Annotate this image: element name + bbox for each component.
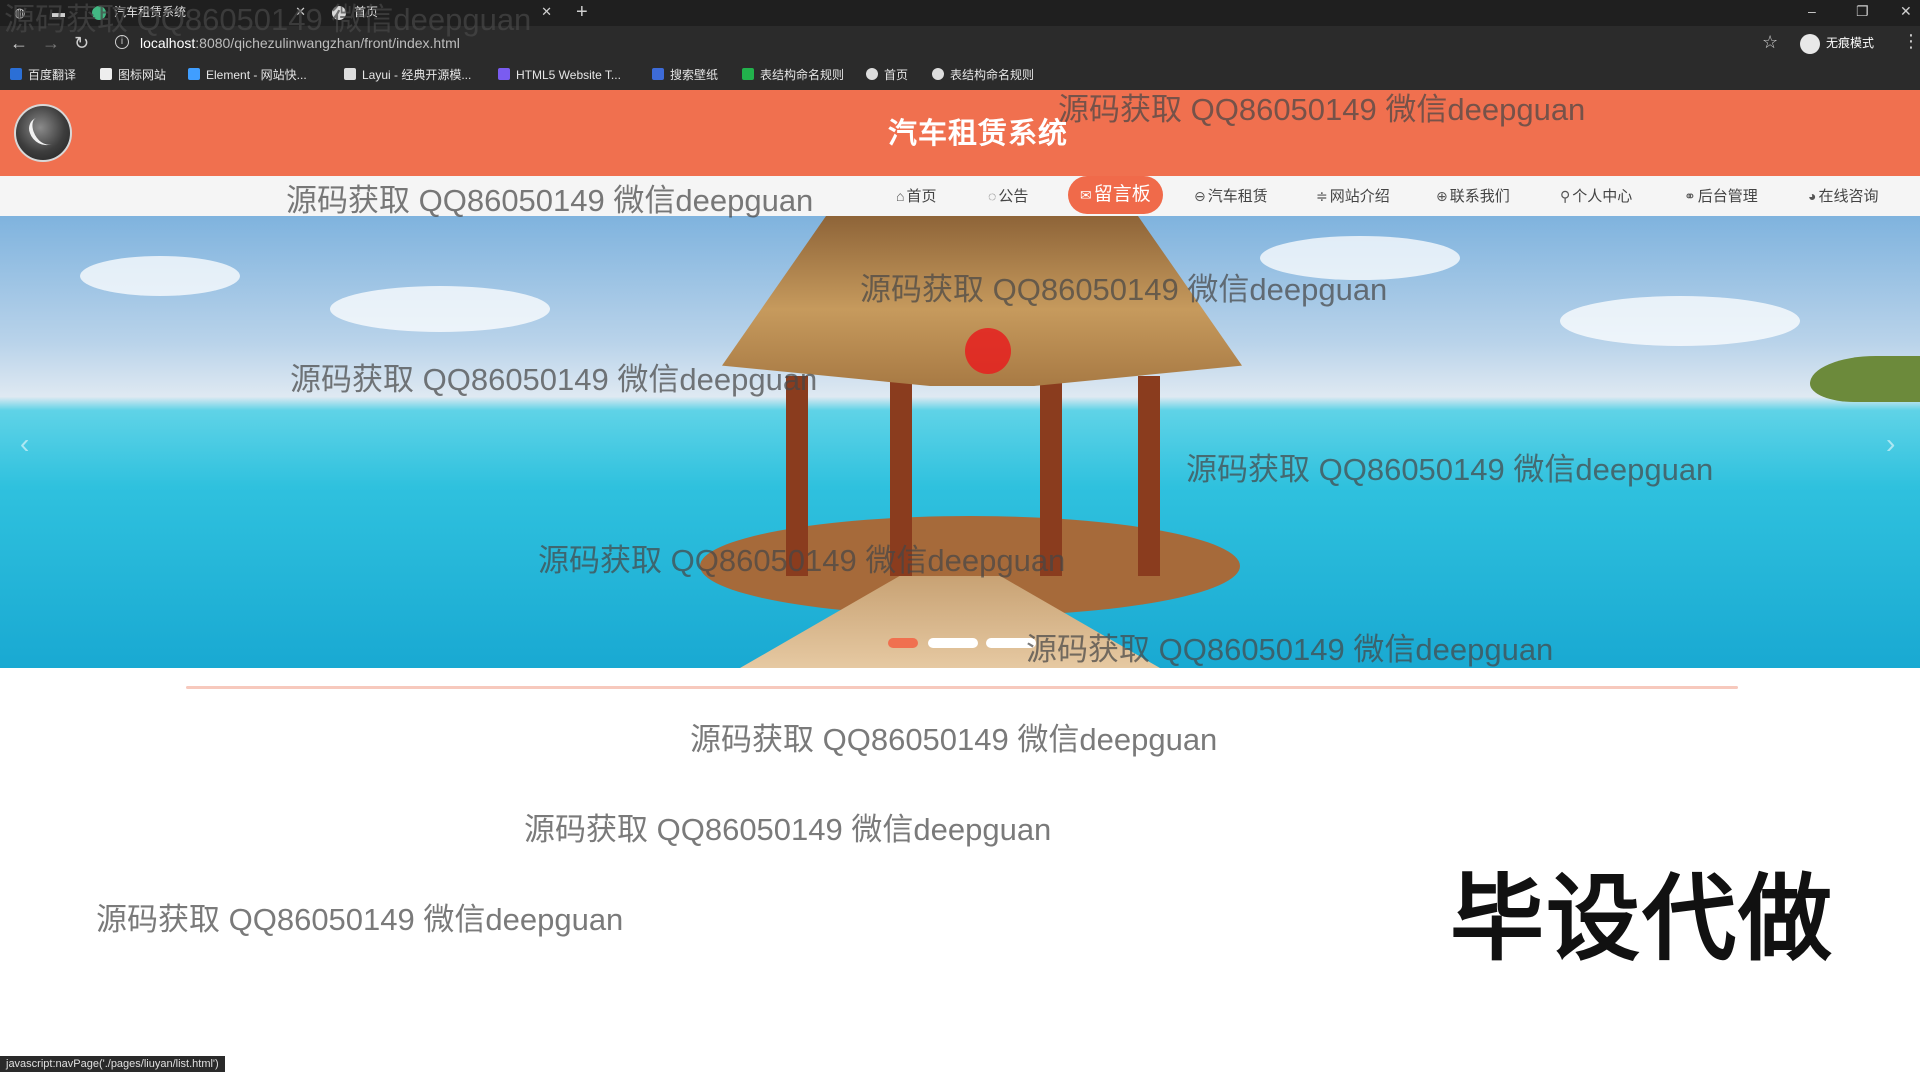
sliders-icon: ≑: [1316, 188, 1328, 204]
message-icon: ✉: [1080, 187, 1092, 203]
layui-icon: [344, 68, 356, 80]
chevron-right-icon[interactable]: ›: [1886, 428, 1895, 460]
bookmark-label: 搜索壁纸: [670, 68, 719, 82]
bookmark-label: 表结构命名规则: [760, 68, 845, 82]
section-divider: [186, 686, 1738, 689]
browser-status-url: javascript:navPage('./pages/liuyan/list.…: [0, 1056, 225, 1072]
nav-label: 网站介绍: [1329, 188, 1390, 205]
nav-label: 在线咨询: [1818, 188, 1879, 205]
site-header: 汽车租赁系统: [0, 90, 1920, 176]
restore-icon[interactable]: ❐: [1856, 4, 1869, 18]
cloud: [80, 256, 240, 296]
incognito-profile[interactable]: 无痕模式: [1800, 32, 1874, 54]
bookmark-star-icon[interactable]: ☆: [1762, 32, 1778, 53]
sheet-icon: [742, 68, 754, 80]
bell-icon: ◌: [988, 188, 997, 204]
html5-icon: [498, 68, 510, 80]
site-title: 汽车租赁系统: [887, 118, 1068, 150]
bookmarks-bar: 百度翻译 图标网站 Element - 网站快... Layui - 经典开源模…: [0, 60, 1920, 91]
nav-label: 首页: [906, 188, 937, 205]
nav-home[interactable]: ⌂ 首页: [896, 185, 936, 207]
nav-message-board[interactable]: ✉ 留言板: [1068, 176, 1163, 214]
bookmark-label: Element - 网站快...: [206, 68, 307, 82]
cloud: [1560, 296, 1800, 346]
carousel-dot[interactable]: [928, 638, 978, 648]
bookmark-label: 百度翻译: [28, 68, 77, 82]
watermark-text: 源码获取 QQ86050149 微信deepguan: [1026, 632, 1554, 667]
car-icon: ⊖: [1194, 188, 1206, 204]
bookmark-label: 图标网站: [118, 68, 167, 82]
link-icon: ⚭: [1684, 188, 1696, 204]
nav-online-consult[interactable]: ◕ 在线咨询: [1808, 185, 1878, 207]
bookmark-label: HTML5 Website T...: [516, 68, 621, 82]
watermark-text: 源码获取 QQ86050149 微信deepguan: [96, 902, 624, 937]
nav-label: 后台管理: [1697, 188, 1758, 205]
nav-label: 联系我们: [1449, 188, 1510, 205]
mouse-cursor-highlight: [965, 328, 1011, 374]
chat-icon: ◕: [1808, 188, 1817, 204]
watermark-text: 源码获取 QQ86050149 微信deepguan: [290, 362, 818, 397]
bookmark-item[interactable]: 搜索壁纸: [652, 67, 718, 83]
pier-post: [1138, 376, 1160, 576]
bookmark-label: 表结构命名规则: [950, 68, 1035, 82]
minimize-icon[interactable]: –: [1808, 4, 1816, 18]
bookmark-item[interactable]: HTML5 Website T...: [498, 67, 621, 83]
nav-about-site[interactable]: ≑ 网站介绍: [1316, 185, 1390, 207]
profile-label: 无痕模式: [1826, 36, 1875, 50]
watermark-text: 源码获取 QQ86050149 微信deepguan: [524, 812, 1052, 847]
close-window-icon[interactable]: ✕: [1900, 4, 1912, 18]
home-icon: ⌂: [896, 188, 905, 204]
chevron-left-icon[interactable]: ‹: [20, 428, 29, 460]
wallpaper-icon: [652, 68, 664, 80]
globe-icon: ⊕: [1436, 188, 1448, 204]
browser-more-icon[interactable]: ⋮: [1902, 31, 1920, 52]
close-icon[interactable]: ✕: [541, 0, 552, 24]
watermark-text: 源码获取 QQ86050149 微信deepguan: [538, 543, 1066, 578]
bookmark-item[interactable]: 图标网站: [100, 67, 166, 83]
watermark-text: 源码获取 QQ86050149 微信deepguan: [1058, 92, 1586, 127]
nav-personal-center[interactable]: ⚲ 个人中心: [1560, 185, 1632, 207]
watermark-text: 源码获取 QQ86050149 微信deepguan: [690, 722, 1218, 757]
bookmark-item[interactable]: 百度翻译: [10, 67, 76, 83]
promo-text: 毕设代做: [1450, 866, 1835, 971]
watermark-text: 源码获取 QQ86050149 微信deepguan: [860, 272, 1388, 307]
globe-icon: [866, 68, 878, 80]
flag-icon: [100, 68, 112, 80]
nav-car-rental[interactable]: ⊖ 汽车租赁: [1194, 185, 1268, 207]
bookmark-item[interactable]: Layui - 经典开源模...: [344, 67, 471, 83]
bookmark-item[interactable]: 首页: [866, 67, 908, 83]
translate-icon: [10, 68, 22, 80]
nav-notice[interactable]: ◌ 公告: [988, 185, 1028, 207]
bookmark-item[interactable]: Element - 网站快...: [188, 67, 307, 83]
watermark-text: 源码获取 QQ86050149 微信deepguan: [4, 2, 532, 37]
nav-label: 汽车租赁: [1207, 188, 1268, 205]
watermark-text: 源码获取 QQ86050149 微信deepguan: [1186, 452, 1714, 487]
globe-icon: [932, 68, 944, 80]
carousel-dot[interactable]: [888, 638, 918, 648]
nav-label: 留言板: [1093, 184, 1151, 205]
nav-label: 公告: [998, 188, 1029, 205]
bookmark-label: 首页: [884, 68, 909, 82]
nav-admin[interactable]: ⚭ 后台管理: [1684, 185, 1758, 207]
element-icon: [188, 68, 200, 80]
bookmark-item[interactable]: 表结构命名规则: [742, 67, 844, 83]
bookmark-item[interactable]: 表结构命名规则: [932, 67, 1034, 83]
user-icon: ⚲: [1560, 188, 1571, 204]
bookmark-label: Layui - 经典开源模...: [362, 68, 472, 82]
new-tab-button[interactable]: +: [576, 0, 588, 24]
nav-contact[interactable]: ⊕ 联系我们: [1436, 185, 1510, 207]
incognito-icon: [1800, 33, 1820, 54]
cloud: [330, 286, 550, 332]
nav-label: 个人中心: [1572, 188, 1633, 205]
island: [1810, 356, 1920, 402]
watermark-text: 源码获取 QQ86050149 微信deepguan: [286, 183, 814, 218]
